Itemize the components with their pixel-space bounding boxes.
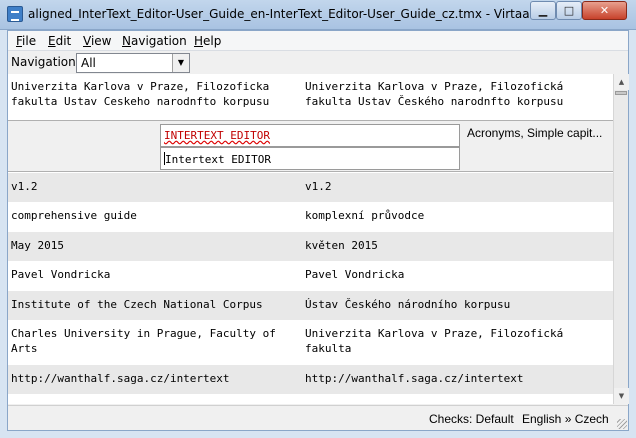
source-display: INTERTEXT EDITOR — [160, 124, 460, 147]
unit-row[interactable]: http://wanthalf.saga.cz/intertext http:/… — [8, 365, 613, 394]
source-display-text: INTERTEXT EDITOR — [164, 129, 270, 142]
target-edit-field[interactable]: Intertext EDITOR — [160, 147, 460, 170]
unit-row[interactable]: comprehensive guide komplexní průvodce — [8, 202, 613, 232]
source-text: Charles University in Prague, Faculty of… — [11, 327, 283, 355]
target-text: Ústav Českého národního korpusu — [305, 298, 511, 311]
target-text: Univerzita Karlova v Praze, Filozofická … — [305, 327, 570, 355]
unit-row[interactable]: Charles University in Prague, Faculty of… — [8, 320, 613, 365]
menu-view[interactable]: View — [83, 34, 111, 48]
navigation-select[interactable]: All ▼ — [76, 53, 190, 73]
arrow-up-icon[interactable]: ▲ — [614, 74, 629, 90]
navigation-selected-value: All — [81, 56, 96, 70]
language-pair-status[interactable]: English » Czech — [522, 412, 609, 426]
source-text: Institute of the Czech National Corpus — [11, 298, 263, 311]
target-text: v1.2 — [305, 180, 332, 193]
scrollbar-thumb[interactable] — [615, 91, 627, 95]
menu-help[interactable]: Help — [194, 34, 221, 48]
minimize-button[interactable]: ▁ — [530, 1, 556, 20]
unit-note: Acronyms, Simple capit... — [467, 126, 603, 140]
close-button[interactable]: ✕ — [582, 1, 627, 20]
source-text: comprehensive guide — [11, 209, 137, 222]
menu-bar: File Edit View Navigation Help — [8, 31, 628, 51]
vertical-scrollbar[interactable]: ▲ ▼ — [613, 74, 629, 404]
unit-row[interactable]: Univerzita Karlova v Praze, Filozoficka … — [8, 74, 613, 120]
unit-row[interactable]: Pavel Vondricka Pavel Vondricka — [8, 261, 613, 291]
source-text: v1.2 — [11, 180, 38, 193]
window-client: File Edit View Navigation Help Navigatio… — [7, 30, 629, 431]
unit-row[interactable]: Institute of the Czech National Corpus Ú… — [8, 291, 613, 320]
menu-edit-label: dit — [55, 34, 72, 48]
active-unit-editor: INTERTEXT EDITOR Intertext EDITOR Acrony… — [8, 120, 613, 172]
menu-edit[interactable]: Edit — [48, 34, 71, 48]
menu-help-mnemonic: H — [194, 34, 204, 48]
menu-edit-mnemonic: E — [48, 34, 56, 48]
menu-file-label: ile — [22, 34, 37, 48]
menu-navigation-label: avigation — [130, 34, 187, 48]
source-text: Pavel Vondricka — [11, 268, 111, 281]
chevron-down-icon[interactable]: ▼ — [172, 54, 189, 72]
target-text: květen 2015 — [305, 239, 378, 252]
target-text: komplexní průvodce — [305, 209, 425, 222]
menu-navigation-mnemonic: N — [122, 34, 131, 48]
window-title: aligned_InterText_Editor-User_Guide_en-I… — [28, 7, 533, 21]
source-text: May 2015 — [11, 239, 64, 252]
resize-grip-icon[interactable] — [617, 419, 627, 429]
source-text: http://wanthalf.saga.cz/intertext — [11, 372, 230, 385]
navigation-label: Navigation: — [11, 55, 80, 69]
checks-status[interactable]: Checks: Default — [429, 412, 514, 426]
source-text: Univerzita Karlova v Praze, Filozoficka … — [11, 80, 276, 108]
target-edit-text: Intertext EDITOR — [165, 153, 271, 166]
target-text: Pavel Vondricka — [305, 268, 405, 281]
arrow-down-icon[interactable]: ▼ — [614, 388, 629, 404]
unit-row[interactable]: May 2015 květen 2015 — [8, 232, 613, 261]
unit-row[interactable]: v1.2 v1.2 — [8, 173, 613, 202]
menu-view-label: iew — [90, 34, 112, 48]
status-bar: Checks: Default English » Czech — [8, 405, 628, 430]
target-text: Univerzita Karlova v Praze, Filozofická … — [305, 80, 570, 108]
navigation-toolbar: Navigation: All ▼ — [8, 52, 628, 74]
translation-grid: Univerzita Karlova v Praze, Filozoficka … — [8, 74, 613, 404]
menu-navigation[interactable]: Navigation — [122, 34, 187, 48]
menu-file[interactable]: File — [16, 34, 36, 48]
menu-help-label: elp — [203, 34, 222, 48]
menu-view-mnemonic: V — [83, 34, 91, 48]
virtaal-app-icon — [7, 6, 23, 22]
title-bar: aligned_InterText_Editor-User_Guide_en-I… — [0, 0, 636, 30]
maximize-button[interactable]: □ — [556, 1, 582, 20]
target-text: http://wanthalf.saga.cz/intertext — [305, 372, 524, 385]
